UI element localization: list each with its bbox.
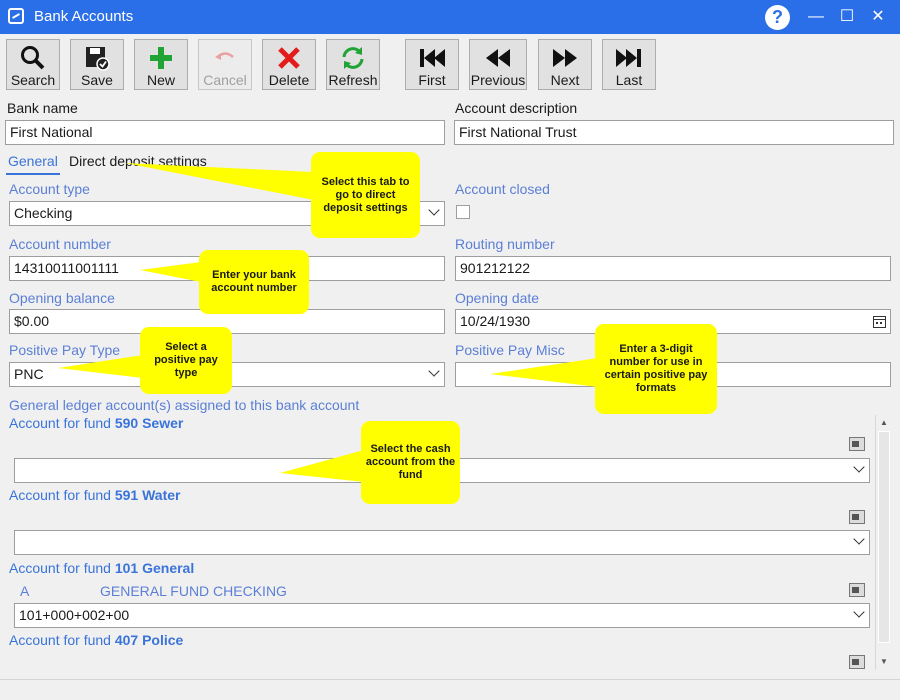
callout-account-number: Enter your bank account number	[199, 250, 309, 314]
callout-pointer-positive-misc	[490, 358, 598, 387]
callout-pointer-tab	[125, 163, 314, 200]
status-bar	[0, 679, 900, 700]
callout-pointer-cash-account	[280, 450, 364, 482]
callout-tab: Select this tab to go to direct deposit …	[311, 152, 420, 238]
callout-cash-account: Select the cash account from the fund	[361, 421, 460, 504]
callout-pointers	[58, 163, 598, 482]
callout-pointer-positive-pay	[58, 355, 143, 378]
callout-positive-misc: Enter a 3-digit number for use in certai…	[595, 324, 717, 414]
callout-positive-pay: Select a positive pay type	[140, 327, 232, 394]
callout-pointer-account-number	[140, 262, 201, 282]
